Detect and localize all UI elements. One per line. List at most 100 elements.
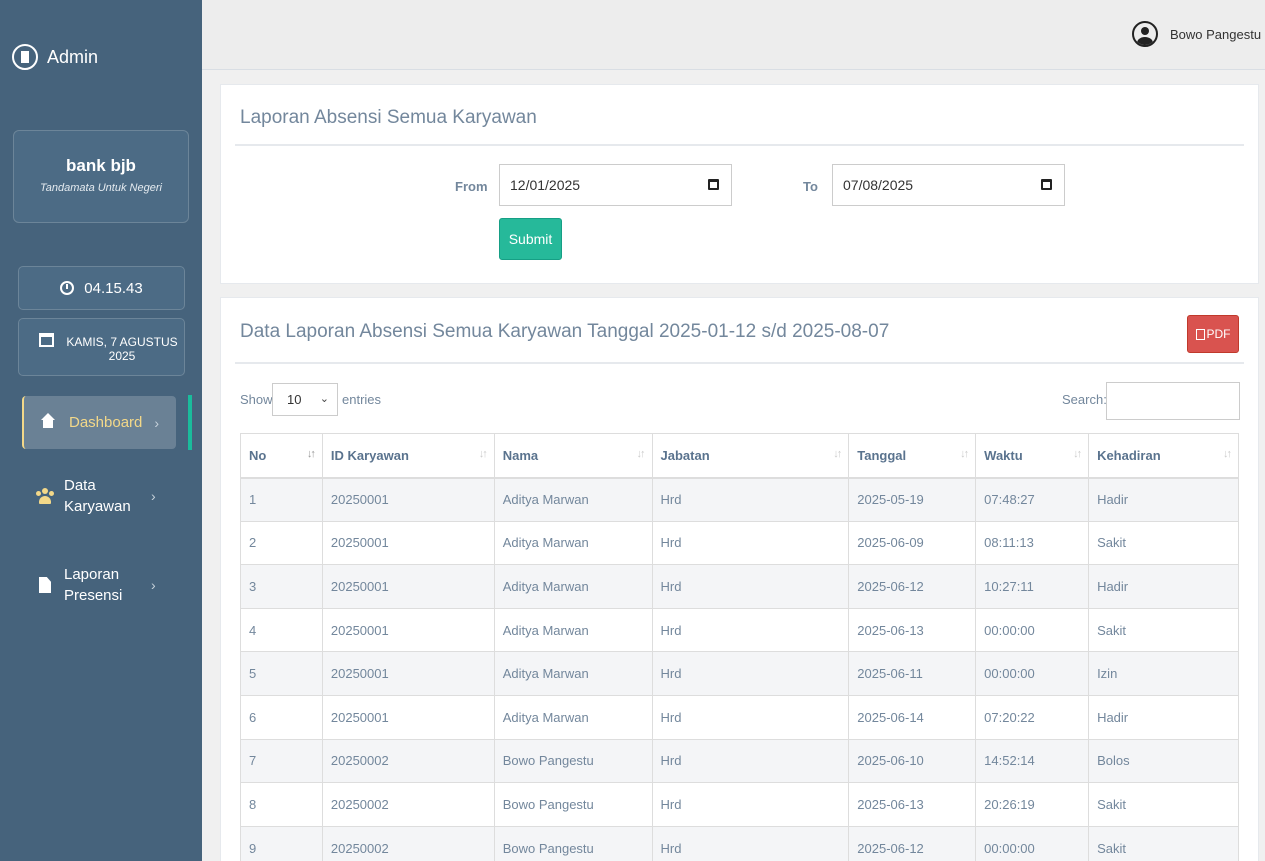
- sidebar-item-label: Laporan Presensi: [64, 566, 123, 604]
- sort-icon: ↓↑: [1223, 448, 1232, 460]
- table-row: 4 20250001 Aditya Marwan Hrd 2025-06-13 00:00…: [240, 607, 1239, 653]
- table-cell: 2: [240, 520, 323, 566]
- table-cell: 20250001: [321, 607, 495, 653]
- column-header-kehadiran[interactable]: Kehadiran ↓↑: [1088, 433, 1239, 479]
- column-header-waktu[interactable]: Waktu ↓↑: [975, 433, 1090, 479]
- sidebar-item-data-karyawan[interactable]: Data Karyawan ›: [36, 475, 156, 517]
- pdf-label: PDF: [1206, 327, 1231, 341]
- date-box: KAMIS, 7 AGUSTUS 2025: [18, 318, 185, 376]
- users-icon: [36, 488, 54, 504]
- chevron-right-icon: ›: [154, 414, 160, 431]
- user-menu[interactable]: Bowo Pangestu: [1170, 27, 1261, 42]
- table-cell: 8: [240, 782, 323, 827]
- pdf-export-button[interactable]: PDF: [1187, 315, 1239, 353]
- clock-time: 04.15.43: [84, 279, 143, 297]
- bank-card: bank bjb Tandamata Untuk Negeri: [13, 130, 189, 223]
- table-cell: 2025-06-12: [848, 564, 977, 609]
- table-cell: 07:20:22: [975, 694, 1090, 740]
- sidebar: Admin bank bjb Tandamata Untuk Negeri 04…: [0, 0, 202, 861]
- user-avatar-icon[interactable]: [1132, 21, 1158, 47]
- table-row: 9 20250002 Bowo Pangestu Hrd 2025-06-12 00:00…: [240, 825, 1239, 861]
- bank-tagline: Tandamata Untuk Negeri: [40, 182, 162, 194]
- chevron-down-icon: ⌄: [319, 393, 329, 405]
- table-cell: 4: [240, 607, 323, 653]
- from-date-value: 12/01/2025: [510, 177, 581, 193]
- top-navbar: [202, 0, 1265, 70]
- table-cell: 07:48:27: [975, 477, 1090, 522]
- table-cell: Aditya Marwan: [493, 607, 653, 653]
- table-row: 3 20250001 Aditya Marwan Hrd 2025-06-12 10:27…: [240, 564, 1239, 609]
- active-indicator: [188, 395, 192, 450]
- from-label: From: [455, 179, 488, 194]
- sort-icon: ↓↑: [1073, 448, 1082, 460]
- report-panel: Data Laporan Absensi Semua Karyawan Tang…: [220, 297, 1259, 861]
- brand-title: Admin: [47, 46, 99, 67]
- table-cell: 20250001: [321, 651, 495, 696]
- sidebar-item-label: Dashboard: [69, 414, 143, 431]
- brand[interactable]: Admin: [12, 42, 98, 72]
- calendar-icon[interactable]: [708, 179, 719, 190]
- sort-icon: ↓↑: [306, 448, 316, 460]
- table-cell: Izin: [1088, 651, 1239, 696]
- submit-button[interactable]: Submit: [499, 218, 562, 260]
- table-cell: Hrd: [651, 738, 850, 784]
- table-cell: 20250001: [321, 520, 495, 566]
- sort-icon: ↓↑: [478, 448, 488, 460]
- table-cell: 2025-06-14: [848, 694, 977, 740]
- table-cell: Hadir: [1088, 477, 1239, 522]
- table-cell: 00:00:00: [975, 607, 1090, 653]
- clock-box: 04.15.43: [18, 266, 185, 310]
- table-row: 6 20250001 Aditya Marwan Hrd 2025-06-14 07:20…: [240, 694, 1239, 740]
- filter-title: Laporan Absensi Semua Karyawan: [240, 107, 537, 128]
- table-cell: 6: [240, 694, 323, 740]
- table-cell: Bowo Pangestu: [493, 782, 653, 827]
- table-cell: Aditya Marwan: [493, 477, 653, 522]
- home-icon: [41, 412, 55, 429]
- table-cell: Hrd: [651, 564, 850, 609]
- table-cell: Hadir: [1088, 564, 1239, 609]
- sidebar-item-dashboard[interactable]: Dashboard ›: [22, 396, 176, 449]
- table-cell: 20250002: [321, 738, 495, 784]
- table-cell: Aditya Marwan: [493, 520, 653, 566]
- column-header-id[interactable]: ID Karyawan ↓↑: [321, 433, 495, 479]
- table-row: 7 20250002 Bowo Pangestu Hrd 2025-06-10 14:52…: [240, 738, 1239, 784]
- file-icon: [36, 577, 54, 593]
- table-cell: Hrd: [651, 520, 850, 566]
- table-cell: Bowo Pangestu: [493, 738, 653, 784]
- table-cell: 2025-05-19: [848, 477, 977, 522]
- column-header-no[interactable]: No ↓↑: [240, 433, 323, 479]
- table-cell: 20250001: [321, 477, 495, 522]
- calendar-icon[interactable]: [1041, 179, 1052, 190]
- table-cell: 2025-06-11: [848, 651, 977, 696]
- table-cell: Sakit: [1088, 825, 1239, 861]
- table-cell: Sakit: [1088, 607, 1239, 653]
- search-input[interactable]: [1106, 382, 1240, 420]
- table-cell: 2025-06-09: [848, 520, 977, 566]
- table-cell: Aditya Marwan: [493, 694, 653, 740]
- column-header-jabatan[interactable]: Jabatan ↓↑: [651, 433, 850, 479]
- sort-icon: ↓↑: [960, 448, 969, 460]
- from-date-input[interactable]: 12/01/2025: [499, 164, 732, 206]
- table-cell: 08:11:13: [975, 520, 1090, 566]
- column-header-nama[interactable]: Nama ↓↑: [493, 433, 653, 479]
- table-cell: Aditya Marwan: [493, 651, 653, 696]
- chevron-right-icon: ›: [151, 488, 156, 504]
- table-cell: Hrd: [651, 607, 850, 653]
- column-header-tanggal[interactable]: Tanggal ↓↑: [848, 433, 977, 479]
- to-date-input[interactable]: 07/08/2025: [832, 164, 1065, 206]
- entries-value: 10: [287, 392, 302, 407]
- divider: [235, 144, 1244, 146]
- table-row: 2 20250001 Aditya Marwan Hrd 2025-06-09 08:11…: [240, 520, 1239, 566]
- sidebar-item-label: Data Karyawan: [64, 477, 131, 515]
- sidebar-item-laporan-presensi[interactable]: Laporan Presensi ›: [36, 564, 156, 606]
- current-date: KAMIS, 7 AGUSTUS 2025: [66, 335, 178, 363]
- entries-select[interactable]: 10 ⌄: [272, 383, 338, 416]
- table-cell: 9: [240, 825, 323, 861]
- filter-panel: Laporan Absensi Semua Karyawan From 12/0…: [220, 84, 1259, 284]
- table-cell: 7: [240, 738, 323, 784]
- table-cell: Hrd: [651, 825, 850, 861]
- table-cell: 2025-06-10: [848, 738, 977, 784]
- table-cell: Bowo Pangestu: [493, 825, 653, 861]
- calendar-icon: [39, 333, 54, 347]
- table-cell: Sakit: [1088, 782, 1239, 827]
